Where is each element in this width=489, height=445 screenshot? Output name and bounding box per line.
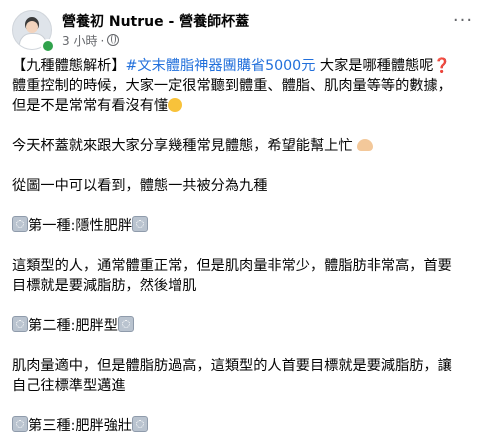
type-3-heading: 第三種:肥胖強壯 <box>12 416 480 436</box>
type-1-desc-a: 這類型的人，通常體重正常，但是肌肉量非常少，體脂肪非常高，首要 <box>12 258 452 274</box>
post-line-3: 但是不是常常有看沒有懂 <box>12 96 480 116</box>
hashtag-link[interactable]: #文末體脂神器團購省5000元 <box>126 58 316 74</box>
post-line-2: 體重控制的時候，大家一定很常聽到體重、體脂、肌肉量等等的數據， <box>12 78 452 94</box>
question-mark-icon: ❓ <box>433 58 452 74</box>
gear-icon <box>12 416 28 432</box>
gear-icon <box>117 316 134 332</box>
post-intro: 今天杯蓋就來跟大家分享幾種常見體態，希望能幫上忙 <box>12 136 480 156</box>
post-figure-note: 從圖一中可以看到，體態一共被分為九種 <box>12 178 268 194</box>
online-status-dot <box>41 39 55 53</box>
more-options-button[interactable]: ··· <box>449 12 477 34</box>
post-title: 【九種體態解析】 <box>12 58 126 74</box>
type-1-label: 第一種:隱性肥胖 <box>28 218 133 234</box>
post-header: 營養初 Nutrue - 營養師杯蓋 3 小時 · ··· <box>12 10 477 56</box>
avatar-face <box>26 21 38 33</box>
type-2-label: 第二種:肥胖型 <box>28 318 118 334</box>
type-1-desc-b: 目標就是要減脂肪，然後增肌 <box>12 278 197 294</box>
post-meta: 3 小時 · <box>62 32 120 49</box>
post-line-3-text: 但是不是常常有看沒有懂 <box>12 98 169 114</box>
page-name[interactable]: 營養初 Nutrue - 營養師杯蓋 <box>62 11 249 31</box>
gear-icon <box>12 316 28 332</box>
post-question: 大家是哪種體態呢 <box>315 58 434 74</box>
post-intro-text: 今天杯蓋就來跟大家分享幾種常見體態，希望能幫上忙 <box>12 138 353 154</box>
type-3-label: 第三種:肥胖強壯 <box>28 418 133 434</box>
thinking-face-icon <box>168 98 183 112</box>
globe-icon[interactable] <box>107 34 120 46</box>
post-line-1: 【九種體態解析】#文末體脂神器團購省5000元 大家是哪種體態呢❓ <box>12 56 480 76</box>
gear-icon <box>132 216 149 232</box>
gear-icon <box>12 216 28 232</box>
gear-icon <box>132 416 149 432</box>
type-2-heading: 第二種:肥胖型 <box>12 316 480 336</box>
type-1-heading: 第一種:隱性肥胖 <box>12 216 480 236</box>
type-2-desc-a: 肌肉量適中，但是體脂肪過高，這類型的人首要目標就是要減脂肪，讓 <box>12 358 452 374</box>
type-2-desc-b: 自己往標準型邁進 <box>12 378 126 394</box>
post-time[interactable]: 3 小時 <box>62 34 97 48</box>
meta-separator: · <box>100 34 105 48</box>
post-body: 【九種體態解析】#文末體脂神器團購省5000元 大家是哪種體態呢❓ 體重控制的時… <box>12 56 480 436</box>
praying-hands-icon <box>356 139 373 151</box>
